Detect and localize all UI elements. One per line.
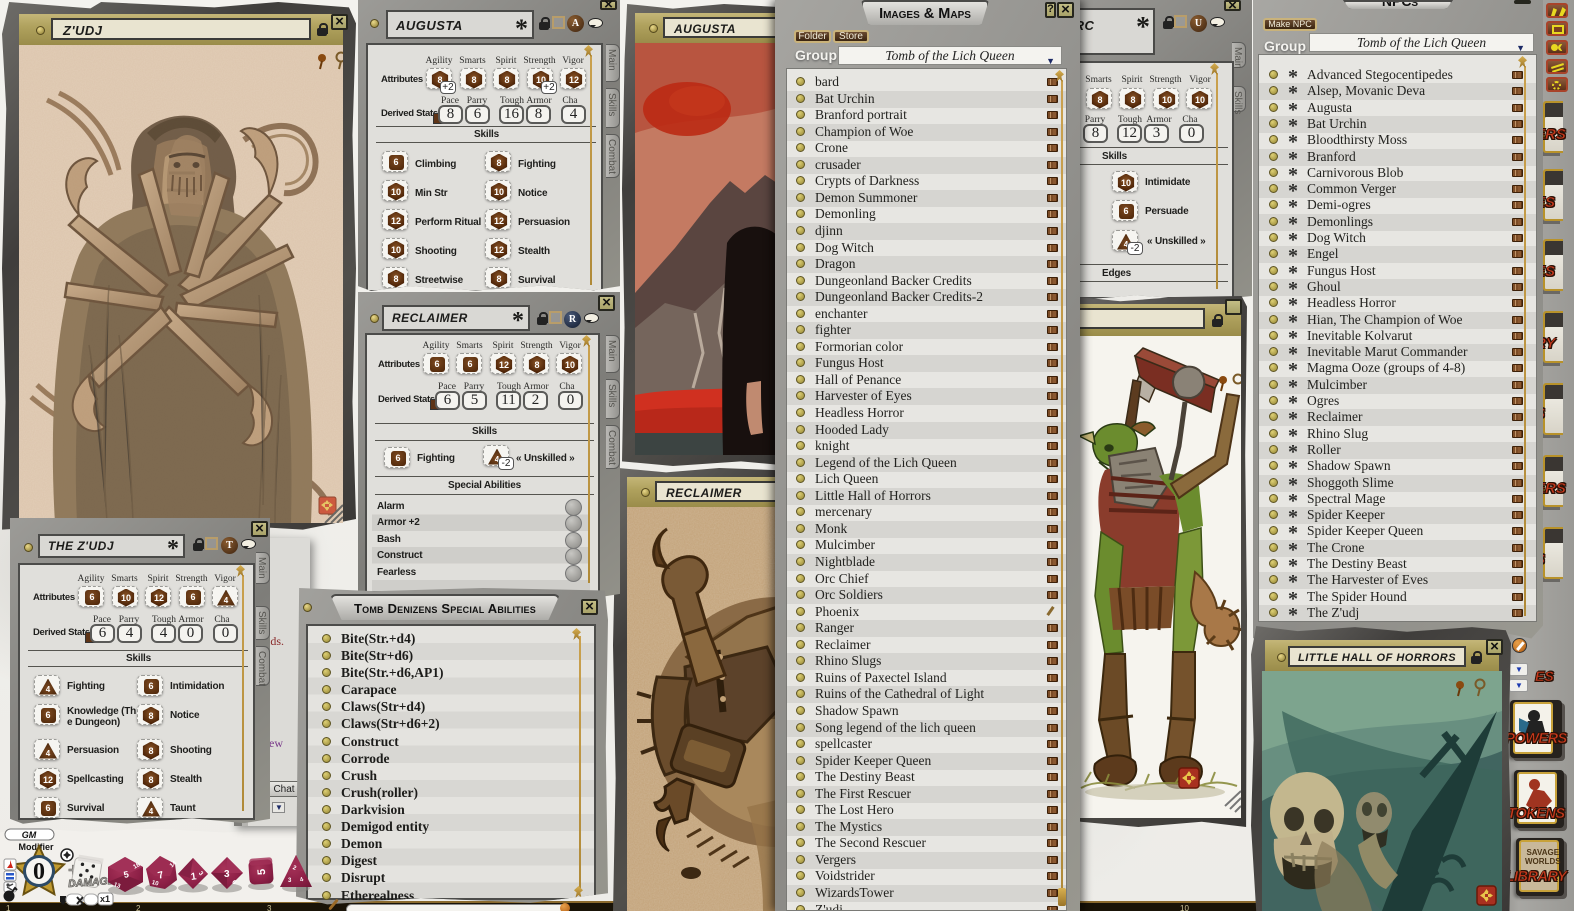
- svg-text:5: 5: [256, 868, 268, 875]
- svg-text:GM: GM: [22, 830, 37, 840]
- svg-text:3: 3: [224, 869, 230, 880]
- svg-text:14: 14: [169, 860, 178, 869]
- svg-text:0: 0: [33, 859, 45, 885]
- svg-text:x1: x1: [100, 894, 110, 904]
